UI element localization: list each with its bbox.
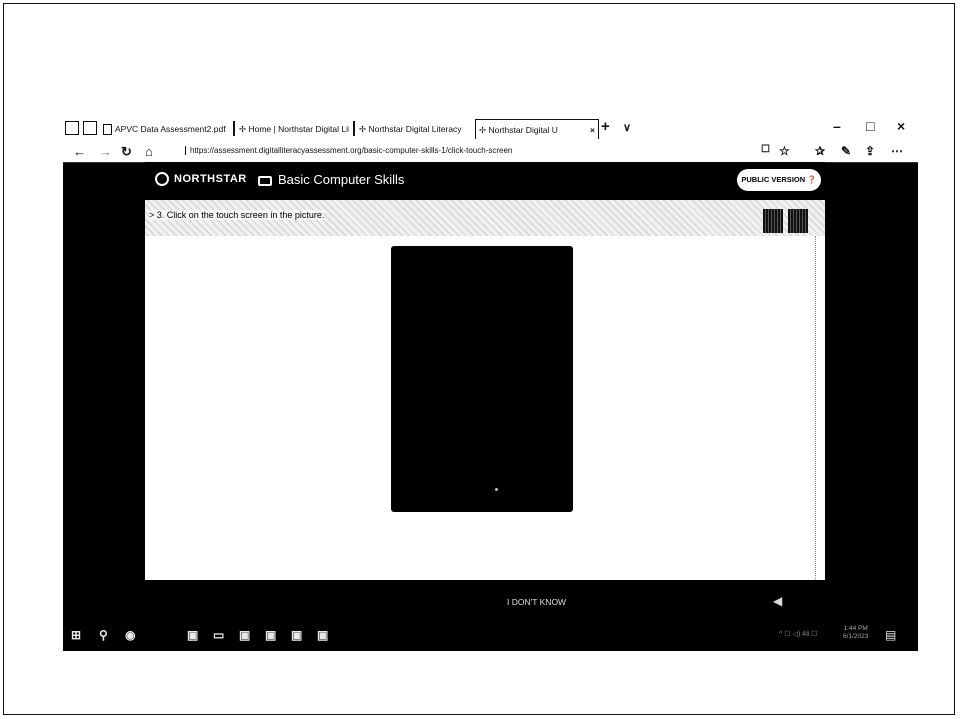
assessment-page: NORTHSTAR Basic Computer Skills PUBLIC V…: [145, 162, 825, 580]
app-icon-4[interactable]: ▣: [317, 628, 328, 642]
windows-start-icon[interactable]: ⊞: [71, 628, 81, 642]
forward-button[interactable]: →: [99, 144, 112, 159]
northstar-compass-icon: [155, 172, 169, 186]
audio-button[interactable]: [763, 209, 783, 233]
close-window-button[interactable]: ×: [897, 118, 905, 134]
course-title: Basic Computer Skills: [258, 172, 404, 187]
back-button[interactable]: ←: [73, 144, 86, 159]
tab-apvc-pdf[interactable]: APVC Data Assessment2.pdf: [103, 119, 231, 139]
notifications-icon[interactable]: ▤: [885, 628, 896, 642]
windows-taskbar: ⊞ ⚲ ◉ ▣ ▭ ▣ ▣ ▣ ▣ ^ ☐ ◁) 4ⅱ ☐ 1:44 PM 6/…: [63, 618, 918, 651]
new-tab-button[interactable]: +: [601, 118, 610, 135]
tab-northstar-home[interactable]: ✢ Home | Northstar Digital Lit: [239, 119, 349, 139]
tab-northstar-literacy[interactable]: ✢ Northstar Digital Literacy: [359, 119, 471, 139]
store-icon[interactable]: ▣: [187, 628, 198, 642]
tab-label: Northstar Digital Literacy: [368, 124, 462, 134]
public-version-badge[interactable]: PUBLIC VERSION ❓: [737, 169, 821, 191]
scrollbar[interactable]: [815, 236, 825, 580]
refresh-button[interactable]: ↻: [121, 144, 132, 160]
set-aside-tabs-icon[interactable]: [65, 121, 79, 135]
course-label: Basic Computer Skills: [278, 172, 405, 187]
cortana-icon[interactable]: ◉: [125, 628, 135, 642]
tablet-home-button: [495, 488, 498, 491]
monitor-icon: [258, 175, 272, 186]
reading-view-icon[interactable]: ☐: [761, 144, 770, 155]
info-icon: ❓: [807, 175, 817, 184]
maximize-button[interactable]: □: [866, 118, 874, 134]
northstar-logo: NORTHSTAR: [155, 172, 247, 186]
i-dont-know-button[interactable]: I DON'T KNOW: [507, 597, 566, 607]
brand-name: NORTHSTAR: [174, 172, 247, 185]
app-icon-3[interactable]: ▣: [291, 628, 302, 642]
fullscreen-button[interactable]: [788, 209, 808, 233]
assessment-footer: I DON'T KNOW ◀: [63, 580, 918, 618]
close-tab-icon[interactable]: ×: [590, 120, 595, 139]
taskbar-clock[interactable]: 1:44 PM 6/1/2023: [843, 625, 868, 641]
tab-preview-icon[interactable]: [83, 121, 97, 135]
more-icon[interactable]: ⋯: [891, 144, 903, 158]
tablet-touch-screen[interactable]: [391, 246, 573, 512]
address-bar-row: ← → ↻ ⌂ https://assessment.digitallitera…: [63, 142, 918, 163]
share-icon[interactable]: ⇪: [865, 144, 875, 158]
question-label: 3. Click on the touch screen in the pict…: [156, 210, 325, 220]
minimize-button[interactable]: –: [833, 118, 841, 134]
public-version-label: PUBLIC VERSION: [741, 175, 806, 184]
question-text: > 3. Click on the touch screen in the pi…: [149, 210, 325, 220]
tab-bar: APVC Data Assessment2.pdf ✢ Home | North…: [63, 115, 918, 143]
question-area: > 3. Click on the touch screen in the pi…: [145, 200, 825, 580]
system-tray[interactable]: ^ ☐ ◁) 4ⅱ ☐: [779, 630, 817, 638]
tab-divider: [233, 121, 235, 136]
app-icon-2[interactable]: ▣: [265, 628, 276, 642]
pdf-icon: [103, 124, 112, 136]
tab-divider: [353, 121, 355, 136]
tab-label: Northstar Digital U: [488, 125, 558, 135]
tab-northstar-current[interactable]: ✢ Northstar Digital U ×: [475, 119, 599, 139]
chevron-right-icon: >: [149, 210, 157, 220]
url-field[interactable]: https://assessment.digitalliteracyassess…: [185, 146, 512, 155]
favorite-star-icon[interactable]: ☆: [779, 144, 790, 158]
app-icon-1[interactable]: ▣: [239, 628, 250, 642]
tab-label: Home | Northstar Digital Lit: [248, 124, 349, 134]
tab-label: APVC Data Assessment2.pdf: [115, 124, 226, 134]
browser-screenshot: APVC Data Assessment2.pdf ✢ Home | North…: [63, 115, 918, 651]
task-view-icon[interactable]: ▭: [213, 628, 224, 642]
tab-list-button[interactable]: ∨: [623, 121, 631, 134]
question-bar: > 3. Click on the touch screen in the pi…: [145, 200, 825, 236]
search-icon[interactable]: ⚲: [99, 628, 108, 642]
volume-icon[interactable]: ◀: [773, 594, 782, 608]
home-button[interactable]: ⌂: [145, 144, 153, 159]
notes-icon[interactable]: ✎: [841, 144, 851, 158]
clock-date: 6/1/2023: [843, 633, 869, 640]
clock-time: 1:44 PM: [843, 625, 868, 632]
favorites-icon[interactable]: ✰: [815, 144, 825, 158]
